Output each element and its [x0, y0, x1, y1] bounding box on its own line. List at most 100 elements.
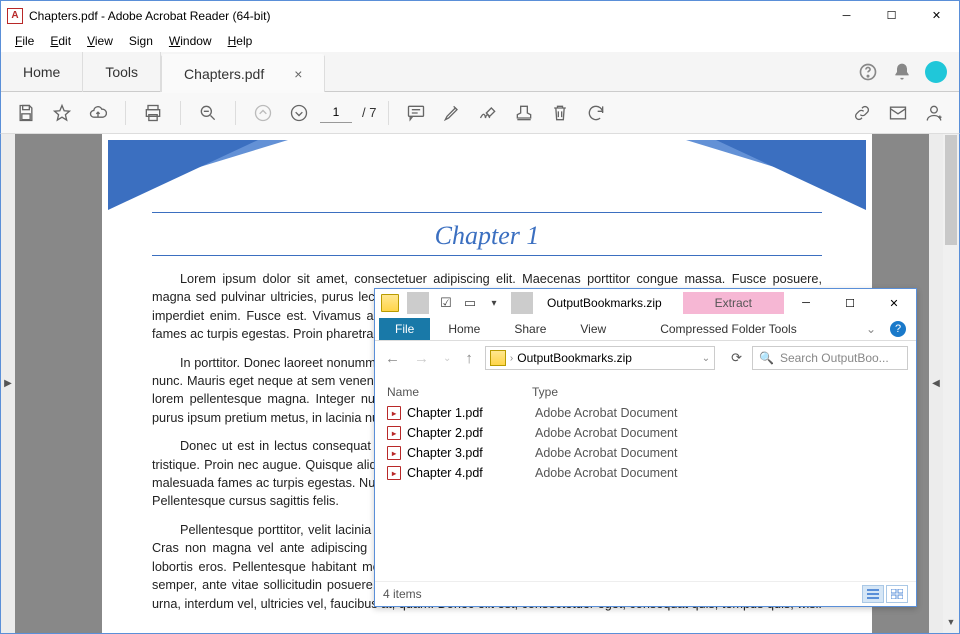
- nav-up-icon[interactable]: ↑: [463, 350, 475, 367]
- zoom-icon[interactable]: [193, 98, 223, 128]
- page-up-icon[interactable]: [248, 98, 278, 128]
- scroll-down-icon[interactable]: ▼: [943, 617, 959, 633]
- pdf-icon: ▸: [387, 466, 401, 480]
- nav-recent-icon[interactable]: ⌄: [441, 353, 453, 364]
- file-row[interactable]: ▸ Chapter 1.pdf Adobe Acrobat Document: [385, 403, 906, 423]
- address-bar[interactable]: › OutputBookmarks.zip ⌄: [485, 346, 715, 370]
- email-icon[interactable]: [883, 98, 913, 128]
- pdf-icon: ▸: [387, 426, 401, 440]
- tab-close-icon[interactable]: ×: [294, 66, 302, 82]
- column-headers[interactable]: Name Type: [385, 381, 906, 403]
- tab-row: Home Tools Chapters.pdf ×: [0, 52, 960, 92]
- col-name[interactable]: Name: [387, 385, 532, 399]
- explorer-statusbar: 4 items: [375, 581, 916, 606]
- address-dropdown-icon[interactable]: ⌄: [702, 353, 710, 364]
- ribbon-file[interactable]: File: [379, 318, 430, 340]
- tab-document[interactable]: Chapters.pdf ×: [161, 54, 325, 92]
- right-panel-handle[interactable]: ◀: [929, 134, 943, 633]
- item-count: 4 items: [383, 587, 422, 601]
- col-type[interactable]: Type: [532, 385, 558, 399]
- maximize-button[interactable]: ☐: [869, 1, 914, 30]
- pdf-icon: ▸: [387, 446, 401, 460]
- file-row[interactable]: ▸ Chapter 4.pdf Adobe Acrobat Document: [385, 463, 906, 483]
- file-name: Chapter 2.pdf: [407, 426, 529, 440]
- search-icon: 🔍: [759, 351, 774, 365]
- refresh-icon[interactable]: ⟳: [731, 350, 742, 366]
- extract-context-tab[interactable]: Extract: [683, 292, 784, 314]
- explorer-titlebar[interactable]: ☑ ▭ ▾ OutputBookmarks.zip Extract ─ ☐ ✕: [375, 289, 916, 317]
- search-placeholder: Search OutputBoo...: [780, 351, 889, 365]
- page-down-icon[interactable]: [284, 98, 314, 128]
- file-type: Adobe Acrobat Document: [535, 426, 677, 440]
- tab-tools[interactable]: Tools: [83, 52, 161, 92]
- minimize-button[interactable]: ─: [824, 1, 869, 30]
- cloud-upload-icon[interactable]: [83, 98, 113, 128]
- close-button[interactable]: ✕: [914, 1, 959, 30]
- rule: [152, 212, 822, 213]
- window-title: Chapters.pdf - Adobe Acrobat Reader (64-…: [29, 9, 824, 23]
- menu-help[interactable]: Help: [222, 32, 259, 50]
- qat-dropdown-icon[interactable]: ▾: [483, 292, 505, 314]
- link-icon[interactable]: [847, 98, 877, 128]
- qat-properties-icon[interactable]: ☑: [435, 292, 457, 314]
- file-row[interactable]: ▸ Chapter 3.pdf Adobe Acrobat Document: [385, 443, 906, 463]
- file-type: Adobe Acrobat Document: [535, 466, 677, 480]
- explorer-title: OutputBookmarks.zip: [547, 296, 662, 310]
- explorer-help-icon[interactable]: ?: [890, 321, 906, 337]
- view-large-icon[interactable]: [886, 585, 908, 603]
- file-row[interactable]: ▸ Chapter 2.pdf Adobe Acrobat Document: [385, 423, 906, 443]
- ribbon-view[interactable]: View: [564, 318, 622, 340]
- share-user-icon[interactable]: [919, 98, 949, 128]
- rotate-icon[interactable]: [581, 98, 611, 128]
- menu-edit[interactable]: Edit: [44, 32, 77, 50]
- explorer-close-button[interactable]: ✕: [872, 289, 916, 317]
- save-icon[interactable]: [11, 98, 41, 128]
- stamp-icon[interactable]: [509, 98, 539, 128]
- view-details-icon[interactable]: [862, 585, 884, 603]
- nav-back-icon[interactable]: ←: [383, 350, 402, 367]
- acrobat-app-icon: A: [7, 8, 23, 24]
- chapter-title: Chapter 1: [152, 221, 822, 251]
- file-type: Adobe Acrobat Document: [535, 406, 677, 420]
- scrollbar[interactable]: ▲ ▼: [943, 134, 959, 633]
- avatar[interactable]: [919, 55, 953, 89]
- menu-window[interactable]: Window: [163, 32, 218, 50]
- menu-file[interactable]: File: [9, 32, 40, 50]
- tab-home[interactable]: Home: [1, 52, 83, 92]
- sign-icon[interactable]: [473, 98, 503, 128]
- explorer-navbar: ← → ⌄ ↑ › OutputBookmarks.zip ⌄ ⟳ 🔍 Sear…: [375, 341, 916, 375]
- qat-newfolder-icon[interactable]: ▭: [459, 292, 481, 314]
- ribbon-expand-icon[interactable]: ⌄: [860, 322, 882, 336]
- nav-forward-icon[interactable]: →: [412, 350, 431, 367]
- search-box[interactable]: 🔍 Search OutputBoo...: [752, 346, 908, 370]
- page-number-input[interactable]: [320, 103, 352, 123]
- file-name: Chapter 4.pdf: [407, 466, 529, 480]
- bell-icon[interactable]: [885, 52, 919, 92]
- zip-icon: [379, 292, 401, 314]
- decor-triangle: [108, 140, 258, 210]
- pdf-icon: ▸: [387, 406, 401, 420]
- delete-icon[interactable]: [545, 98, 575, 128]
- menu-sign[interactable]: Sign: [123, 32, 159, 50]
- ribbon-compressed-tools[interactable]: Compressed Folder Tools: [642, 318, 815, 340]
- menu-view[interactable]: View: [81, 32, 119, 50]
- highlight-icon[interactable]: [437, 98, 467, 128]
- scroll-thumb[interactable]: [945, 135, 957, 245]
- help-icon[interactable]: [851, 52, 885, 92]
- explorer-maximize-button[interactable]: ☐: [828, 289, 872, 317]
- star-icon[interactable]: [47, 98, 77, 128]
- print-icon[interactable]: [138, 98, 168, 128]
- explorer-file-list: Name Type ▸ Chapter 1.pdf Adobe Acrobat …: [375, 375, 916, 581]
- file-type: Adobe Acrobat Document: [535, 446, 677, 460]
- ribbon-home[interactable]: Home: [432, 318, 496, 340]
- explorer-minimize-button[interactable]: ─: [784, 289, 828, 317]
- comment-icon[interactable]: [401, 98, 431, 128]
- acrobat-titlebar: A Chapters.pdf - Adobe Acrobat Reader (6…: [0, 0, 960, 30]
- address-crumb[interactable]: OutputBookmarks.zip: [517, 351, 632, 365]
- file-name: Chapter 3.pdf: [407, 446, 529, 460]
- ribbon-share[interactable]: Share: [498, 318, 562, 340]
- left-panel-handle[interactable]: ▶: [1, 134, 15, 633]
- file-name: Chapter 1.pdf: [407, 406, 529, 420]
- chevron-icon[interactable]: ›: [510, 353, 513, 364]
- toolbar: / 7: [0, 92, 960, 134]
